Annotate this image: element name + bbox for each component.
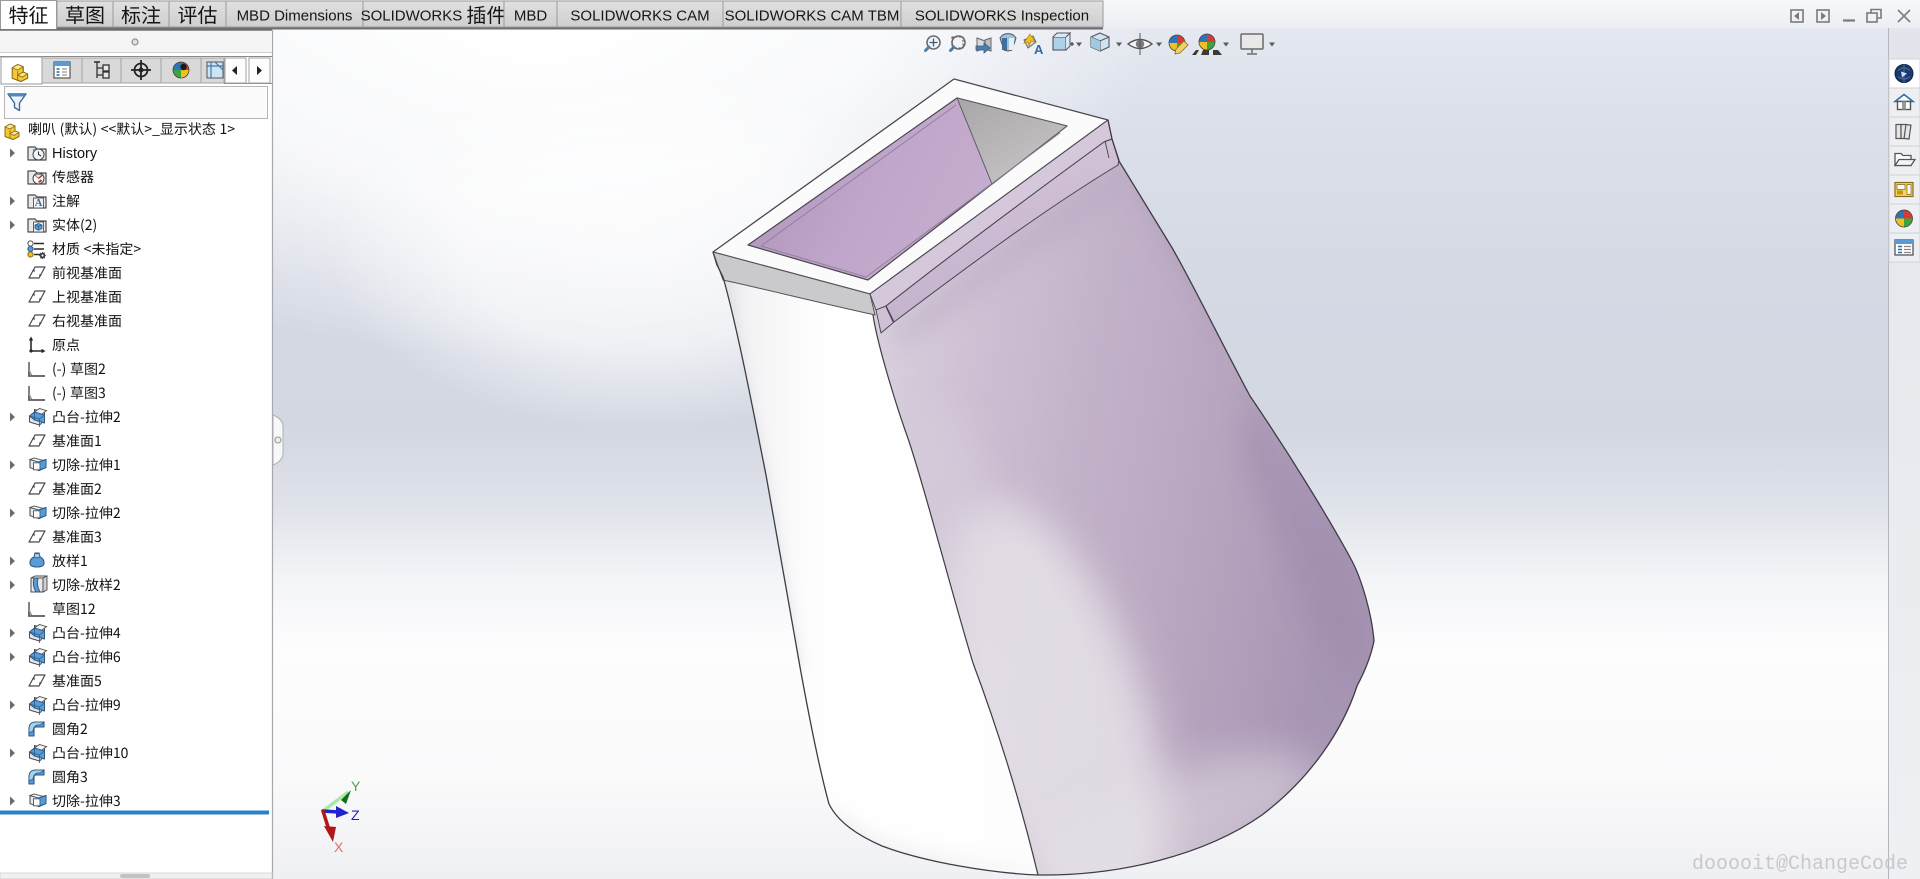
svg-text:History: History [52, 146, 98, 162]
svg-text:MBD: MBD [514, 8, 548, 25]
svg-text:SOLIDWORKS: SOLIDWORKS [361, 8, 463, 25]
svg-text:dooooit@ChangeCode: dooooit@ChangeCode [1692, 853, 1908, 876]
svg-text:X: X [334, 839, 344, 855]
svg-text:MBD Dimensions: MBD Dimensions [237, 8, 353, 25]
svg-text:A: A [1034, 42, 1044, 57]
svg-text:A: A [35, 198, 43, 209]
svg-text:Z: Z [351, 807, 360, 823]
svg-text:SOLIDWORKS CAM TBM: SOLIDWORKS CAM TBM [725, 8, 900, 25]
svg-text:SOLIDWORKS Inspection: SOLIDWORKS Inspection [915, 8, 1089, 25]
svg-text:Y: Y [351, 778, 361, 794]
svg-text:SOLIDWORKS CAM: SOLIDWORKS CAM [570, 8, 709, 25]
